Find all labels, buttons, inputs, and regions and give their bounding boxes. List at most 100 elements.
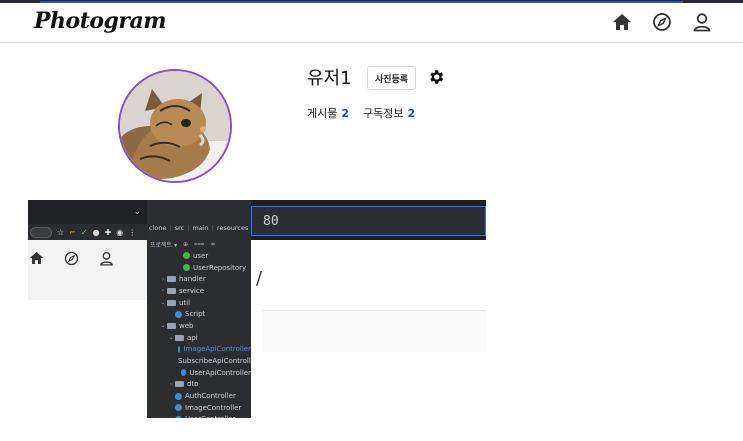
- tree-item-label: UserApiController: [189, 368, 251, 377]
- profile-stats: 게시물 2 구독정보 2: [307, 105, 415, 121]
- class-icon: [183, 252, 190, 260]
- class-icon: [181, 369, 187, 377]
- expand-arrow-icon[interactable]: ⌄: [167, 334, 175, 341]
- profile-icon[interactable]: ◉: [116, 228, 123, 237]
- folder-icon: [167, 299, 176, 306]
- expand-arrow-icon[interactable]: ⌄: [159, 299, 167, 306]
- folder-icon: [167, 276, 176, 283]
- home-icon[interactable]: [28, 250, 44, 266]
- tree-item-label: api: [187, 333, 198, 342]
- logo[interactable]: Photogram: [34, 8, 167, 34]
- content-panel: [262, 311, 486, 352]
- tree-item-label: ImageApiController: [183, 345, 251, 354]
- folder-icon: [167, 287, 176, 294]
- breadcrumb-item[interactable]: clone: [149, 224, 166, 232]
- address-bar-end[interactable]: [30, 226, 52, 238]
- editor-strip: 80: [251, 200, 486, 240]
- mini-page-header: [28, 240, 147, 300]
- posts-stat[interactable]: 게시물 2: [307, 105, 349, 121]
- tree-item-label: service: [179, 286, 205, 295]
- user-icon[interactable]: [98, 250, 114, 266]
- breadcrumb-item[interactable]: src: [175, 224, 185, 232]
- subscriptions-stat[interactable]: 구독정보 2: [363, 105, 415, 121]
- tree-file[interactable]: UserRepository: [147, 262, 251, 274]
- folder-icon: [175, 381, 184, 388]
- browser-tabbar: ⌄: [28, 200, 147, 224]
- header: Photogram: [0, 3, 743, 43]
- tree-file[interactable]: AuthController: [147, 390, 251, 402]
- breadcrumb-item[interactable]: resources: [217, 224, 249, 232]
- ide-project-panel: clone | src | main | resources 프로젝트 ▾ ⊕ ⩶ ≑…: [147, 200, 251, 418]
- embedded-screenshot: ⌄ ☆ ⌐ ✓ ● ✚ ◉ ⋮ clone | src | main | resour: [28, 200, 251, 418]
- expand-arrow-icon[interactable]: ›: [159, 287, 167, 294]
- mini-nav: [28, 250, 114, 266]
- tree-item-label: UserController: [185, 415, 235, 418]
- collapse-icon[interactable]: ⩶: [194, 240, 204, 248]
- gear-icon[interactable]: [427, 68, 445, 86]
- tree-item-label: handler: [179, 275, 206, 284]
- cat-photo: [120, 71, 230, 181]
- page-fragment: /: [251, 240, 486, 352]
- extension-icon[interactable]: ⌐: [69, 228, 76, 237]
- expand-arrow-icon[interactable]: ⌄: [159, 322, 167, 329]
- subscriptions-label: 구독정보: [363, 107, 404, 120]
- tree-file[interactable]: ImageApiController: [147, 344, 251, 356]
- tree-file[interactable]: SubscribeApiController: [147, 355, 251, 367]
- editor-text: 80: [263, 214, 279, 229]
- project-view-selector[interactable]: 프로젝트 ▾: [150, 240, 177, 249]
- profile-username: 유저1: [307, 68, 352, 89]
- tree-item-label: Script: [185, 310, 206, 319]
- tree-folder[interactable]: › handler: [147, 273, 251, 285]
- tree-folder[interactable]: › dto: [147, 379, 251, 391]
- breadcrumb-item[interactable]: main: [192, 224, 208, 232]
- star-icon[interactable]: ☆: [57, 228, 64, 237]
- compass-icon[interactable]: [63, 250, 79, 266]
- tree-item-label: UserRepository: [193, 263, 247, 272]
- tree-item-label: SubscribeApiController: [178, 357, 251, 366]
- expand-icon[interactable]: ≑: [210, 241, 215, 248]
- tree-folder[interactable]: ⌄ web: [147, 320, 251, 332]
- ide-breadcrumb: clone | src | main | resources: [149, 224, 249, 232]
- class-icon: [177, 345, 181, 353]
- tree-item-label: web: [179, 321, 194, 330]
- extension-icon[interactable]: ●: [93, 228, 100, 237]
- tree-file[interactable]: UserApiController: [147, 367, 251, 379]
- posts-count: 2: [341, 107, 350, 120]
- user-icon[interactable]: [691, 11, 713, 33]
- folder-icon: [167, 322, 176, 329]
- tree-file[interactable]: UserController: [147, 414, 251, 418]
- project-tree: user UserRepository › handler › service ⌄ util S…: [147, 250, 251, 418]
- browser-toolbar: ☆ ⌐ ✓ ● ✚ ◉ ⋮: [28, 224, 147, 240]
- chevron-down-icon[interactable]: ⌄: [133, 207, 141, 217]
- header-nav: [611, 11, 713, 33]
- target-icon[interactable]: ⊕: [183, 241, 188, 248]
- page-text-fragment: /: [256, 268, 263, 289]
- tree-item-label: dto: [187, 380, 199, 389]
- posts-label: 게시물: [307, 107, 338, 120]
- extension-icon[interactable]: ✓: [81, 228, 88, 237]
- editor-search-field[interactable]: 80: [251, 206, 486, 236]
- home-icon[interactable]: [611, 11, 633, 33]
- expand-arrow-icon[interactable]: ›: [167, 381, 175, 388]
- tree-folder[interactable]: ⌄ util: [147, 297, 251, 309]
- tree-item-label: util: [179, 298, 191, 307]
- ide-project-toolbar: 프로젝트 ▾ ⊕ ⩶ ≑: [147, 238, 251, 250]
- tree-item-label: ImageController: [185, 403, 242, 412]
- tree-item-label: AuthController: [185, 392, 236, 401]
- compass-icon[interactable]: [651, 11, 673, 33]
- expand-arrow-icon[interactable]: ›: [159, 276, 167, 283]
- class-icon: [175, 404, 182, 412]
- subscriptions-count: 2: [407, 107, 416, 120]
- tree-file[interactable]: user: [147, 250, 251, 262]
- class-icon: [175, 415, 182, 418]
- folder-icon: [175, 334, 184, 341]
- tree-file[interactable]: Script: [147, 308, 251, 320]
- profile-avatar[interactable]: [118, 69, 232, 183]
- tree-folder[interactable]: ⌄ api: [147, 332, 251, 344]
- tree-folder[interactable]: › service: [147, 285, 251, 297]
- tree-file[interactable]: ImageController: [147, 402, 251, 414]
- menu-icon[interactable]: ⋮: [128, 228, 136, 237]
- puzzle-icon[interactable]: ✚: [105, 228, 112, 237]
- class-icon: [175, 310, 182, 318]
- upload-photo-button[interactable]: 사진등록: [367, 66, 416, 90]
